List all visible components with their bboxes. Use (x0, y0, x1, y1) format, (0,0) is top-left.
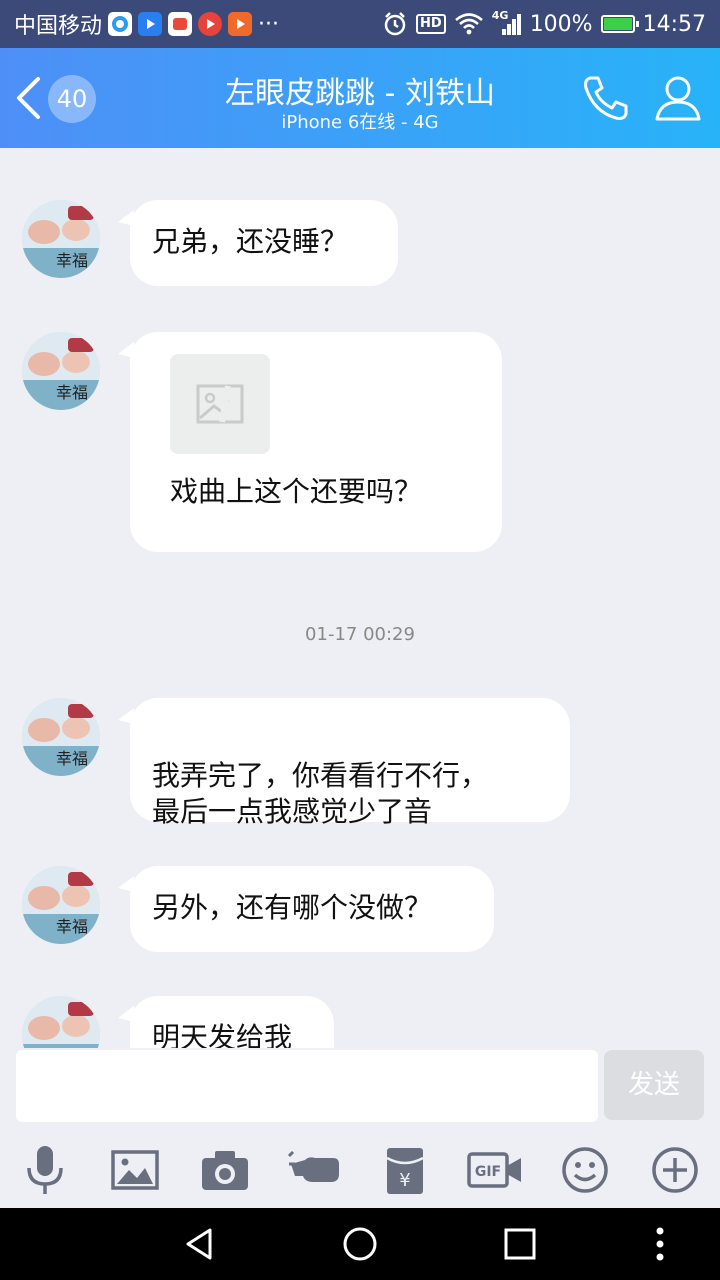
phone-call-icon[interactable] (580, 72, 632, 124)
message-text: 我弄完了，你看看行不行， 最后一点我感觉少了音 (152, 759, 489, 828)
avatar-caption: 幸福 (56, 749, 88, 768)
message-bubble[interactable]: 兄弟，还没睡？ (118, 200, 398, 286)
gif-icon[interactable]: GIF (467, 1142, 523, 1198)
nav-menu-icon[interactable] (640, 1224, 680, 1264)
svg-text:¥: ¥ (399, 1170, 410, 1191)
red-packet-icon[interactable]: ¥ (377, 1142, 433, 1198)
nav-home-icon[interactable] (340, 1224, 380, 1264)
profile-icon[interactable] (652, 72, 704, 124)
nav-back-icon[interactable] (180, 1224, 220, 1264)
broken-image-icon (196, 384, 244, 424)
battery-percent: 100% (529, 11, 593, 37)
message-list[interactable]: 幸福 兄弟，还没睡？ 幸福 戏曲上这个还要吗？ 01-17 00:29 幸福 我… (0, 148, 720, 1048)
status-bar: 中国移动 ··· HD 4G 100% 14:57 (0, 0, 720, 48)
message-input[interactable] (16, 1050, 598, 1122)
music-app-icon (198, 12, 223, 36)
chat-header: 40 左眼皮跳跳 - 刘铁山 iPhone 6在线 - 4G (0, 48, 720, 148)
message-text: 明天发给我 (152, 1021, 293, 1048)
contact-avatar[interactable]: 幸福 (22, 332, 100, 410)
contact-avatar[interactable]: 幸福 (22, 866, 100, 944)
message-text: 戏曲上这个还要吗？ (170, 475, 423, 508)
message-text: 兄弟，还没睡？ (152, 225, 349, 258)
contact-avatar[interactable]: 幸福 (22, 698, 100, 776)
video-app-icon (138, 12, 163, 36)
emoji-icon[interactable] (557, 1142, 613, 1198)
contact-avatar[interactable]: 幸福 (22, 200, 100, 278)
message-text: 另外，还有哪个没做？ (152, 891, 433, 924)
input-toolbar: ¥ GIF (0, 1132, 720, 1208)
player-app-icon (228, 12, 253, 36)
avatar-caption: 幸福 (56, 383, 88, 402)
input-bar: 发送 (0, 1048, 720, 1132)
browser-app-icon (108, 12, 133, 36)
add-more-icon[interactable] (647, 1142, 703, 1198)
clock: 14:57 (642, 11, 706, 37)
avatar-caption: 幸福 (56, 917, 88, 936)
image-placeholder[interactable] (170, 354, 270, 454)
contact-avatar[interactable]: 幸福 (22, 996, 100, 1048)
signal-icon: 4G (492, 9, 522, 37)
nav-recents-icon[interactable] (500, 1224, 540, 1264)
svg-text:GIF: GIF (475, 1164, 501, 1180)
carrier-label: 中国移动 (14, 14, 103, 39)
message-timestamp: 01-17 00:29 (305, 624, 415, 645)
poke-icon[interactable] (287, 1142, 343, 1198)
microphone-icon[interactable] (17, 1142, 73, 1198)
wifi-icon (454, 13, 483, 35)
hd-voice-icon: HD (416, 14, 446, 34)
message-bubble[interactable]: 戏曲上这个还要吗？ (118, 332, 502, 552)
shopping-app-icon (168, 12, 193, 36)
send-button[interactable]: 发送 (604, 1050, 704, 1120)
message-bubble[interactable]: 另外，还有哪个没做？ (118, 866, 494, 952)
avatar-caption: 幸福 (56, 251, 88, 270)
message-bubble[interactable]: 明天发给我 (118, 996, 334, 1048)
battery-icon (600, 15, 639, 33)
message-bubble[interactable]: 我弄完了，你看看行不行， 最后一点我感觉少了音 (118, 698, 570, 828)
camera-icon[interactable] (197, 1142, 253, 1198)
system-nav-bar (0, 1208, 720, 1280)
alarm-icon (384, 12, 406, 36)
more-notifications-icon: ··· (258, 11, 279, 37)
image-icon[interactable] (107, 1142, 163, 1198)
